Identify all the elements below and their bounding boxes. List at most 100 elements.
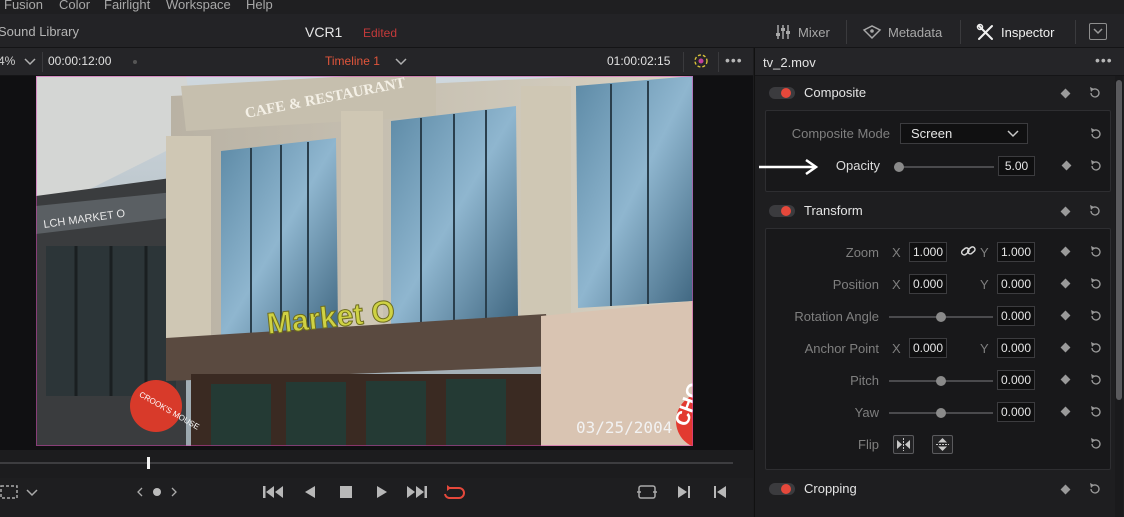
zoom-y-value[interactable]: 1.000 <box>997 242 1035 262</box>
transform-section-header[interactable]: Transform <box>755 196 1113 226</box>
first-frame-icon[interactable] <box>262 484 284 500</box>
mark-in-icon[interactable] <box>712 484 728 500</box>
yaw-slider-knob[interactable] <box>936 408 946 418</box>
zoom-label: Zoom <box>845 245 879 260</box>
last-frame-icon[interactable] <box>406 484 428 500</box>
anchor-y-axis: Y <box>980 341 989 356</box>
inspector-panel: tv_2.mov ••• Composite Composite Mode Sc… <box>754 48 1124 517</box>
inspector-options-icon[interactable]: ••• <box>1095 52 1113 68</box>
anchor-x-value[interactable]: 0.000 <box>909 338 947 358</box>
keyframe-diamond-icon[interactable] <box>1060 246 1071 257</box>
keyframe-diamond-icon[interactable] <box>1061 160 1072 171</box>
viewer-mode-icon[interactable] <box>0 484 22 500</box>
jog-control-icon[interactable] <box>136 484 180 500</box>
viewer-options-icon[interactable]: ••• <box>725 52 743 68</box>
position-label: Position <box>832 277 879 292</box>
keyframe-diamond-icon[interactable] <box>1060 342 1071 353</box>
metadata-button[interactable]: Metadata <box>862 22 942 42</box>
video-frame-image: LCH MARKET O CAFE & RESTAURANT Market O <box>36 76 693 446</box>
video-frame: LCH MARKET O CAFE & RESTAURANT Market O <box>36 76 693 446</box>
viewer-mode-dropdown-icon[interactable] <box>26 489 38 497</box>
composite-mode-select[interactable]: Screen <box>900 123 1028 144</box>
reset-icon[interactable] <box>1089 159 1103 173</box>
link-icon[interactable] <box>960 244 976 258</box>
playback-options-icon[interactable] <box>692 52 710 70</box>
flip-vertical-icon <box>936 438 949 451</box>
keyframe-diamond-icon[interactable] <box>1060 278 1071 289</box>
zoom-level[interactable]: 4% <box>0 54 15 68</box>
keyframe-diamond-icon[interactable] <box>1060 484 1071 495</box>
anchor-y-value[interactable]: 0.000 <box>997 338 1035 358</box>
flip-vertical-button[interactable] <box>932 435 953 454</box>
inspector-scrollbar[interactable] <box>1115 76 1123 517</box>
keyframe-diamond-icon[interactable] <box>1060 206 1071 217</box>
timeline-dropdown-icon[interactable] <box>395 58 407 66</box>
reset-icon[interactable] <box>1089 341 1103 355</box>
loop-icon[interactable] <box>442 484 466 502</box>
playhead[interactable] <box>146 457 150 469</box>
rotation-angle-slider[interactable] <box>889 312 993 322</box>
cropping-section-header[interactable]: Cropping <box>755 474 1113 504</box>
reset-icon[interactable] <box>1089 245 1103 259</box>
mixer-button[interactable]: Mixer <box>774 22 830 42</box>
sound-library-button[interactable]: Sound Library <box>0 24 79 39</box>
stop-icon[interactable] <box>338 484 354 500</box>
yaw-slider[interactable] <box>889 408 993 418</box>
yaw-value[interactable]: 0.000 <box>997 402 1035 422</box>
keyframe-diamond-icon[interactable] <box>1060 310 1071 321</box>
composite-panel: Composite Mode Screen Opacity 5.00 <box>759 110 1111 192</box>
pitch-slider-knob[interactable] <box>936 376 946 386</box>
mixer-icon <box>776 25 790 39</box>
scrubber[interactable] <box>0 450 753 478</box>
rotation-slider-knob[interactable] <box>936 312 946 322</box>
inspector-button[interactable]: Inspector <box>976 22 1054 42</box>
reset-icon[interactable] <box>1089 373 1103 387</box>
transform-enable-toggle[interactable] <box>769 205 795 217</box>
opacity-slider-knob[interactable] <box>894 162 904 172</box>
cropping-enable-toggle[interactable] <box>769 483 795 495</box>
viewer-toolbar: 4% 00:00:12:00 Timeline 1 01:00:02:15 ••… <box>0 48 753 76</box>
reset-icon[interactable] <box>1089 437 1103 451</box>
composite-mode-label: Composite Mode <box>791 126 890 141</box>
keyframe-diamond-icon[interactable] <box>1060 374 1071 385</box>
reset-icon[interactable] <box>1089 127 1103 141</box>
menu-workspace[interactable]: Workspace <box>166 0 231 12</box>
scrubber-track[interactable] <box>0 462 733 464</box>
opacity-slider[interactable] <box>894 162 994 172</box>
menu-help[interactable]: Help <box>246 0 273 12</box>
composite-section-header[interactable]: Composite <box>755 78 1113 108</box>
keyframe-diamond-icon[interactable] <box>1060 406 1071 417</box>
zoom-dropdown-icon[interactable] <box>24 58 36 66</box>
position-x-axis: X <box>892 277 901 292</box>
menu-color[interactable]: Color <box>59 0 90 12</box>
menu-fairlight[interactable]: Fairlight <box>104 0 150 12</box>
scroll-thumb[interactable] <box>1116 80 1122 400</box>
reset-icon[interactable] <box>1088 86 1102 100</box>
collapse-button[interactable] <box>1089 23 1107 40</box>
zoom-y-axis: Y <box>980 245 989 260</box>
play-icon[interactable] <box>374 484 390 500</box>
position-x-value[interactable]: 0.000 <box>909 274 947 294</box>
reset-icon[interactable] <box>1088 482 1102 496</box>
reset-icon[interactable] <box>1088 204 1102 218</box>
step-back-icon[interactable] <box>302 484 318 500</box>
menu-fusion[interactable]: Fusion <box>4 0 43 12</box>
composite-enable-toggle[interactable] <box>769 87 795 99</box>
opacity-value[interactable]: 5.00 <box>998 156 1035 176</box>
metadata-icon <box>862 25 882 40</box>
match-frame-icon[interactable] <box>636 484 658 500</box>
pitch-slider[interactable] <box>889 376 993 386</box>
reset-icon[interactable] <box>1089 309 1103 323</box>
position-y-value[interactable]: 0.000 <box>997 274 1035 294</box>
reset-icon[interactable] <box>1089 277 1103 291</box>
reset-icon[interactable] <box>1089 405 1103 419</box>
timeline-selector[interactable]: Timeline 1 <box>325 54 380 68</box>
timecode-current: 01:00:02:15 <box>607 54 671 68</box>
rotation-angle-value[interactable]: 0.000 <box>997 306 1035 326</box>
flip-horizontal-icon <box>897 438 910 451</box>
zoom-x-value[interactable]: 1.000 <box>909 242 947 262</box>
flip-horizontal-button[interactable] <box>893 435 914 454</box>
keyframe-diamond-icon[interactable] <box>1060 88 1071 99</box>
mark-out-icon[interactable] <box>676 484 692 500</box>
pitch-value[interactable]: 0.000 <box>997 370 1035 390</box>
